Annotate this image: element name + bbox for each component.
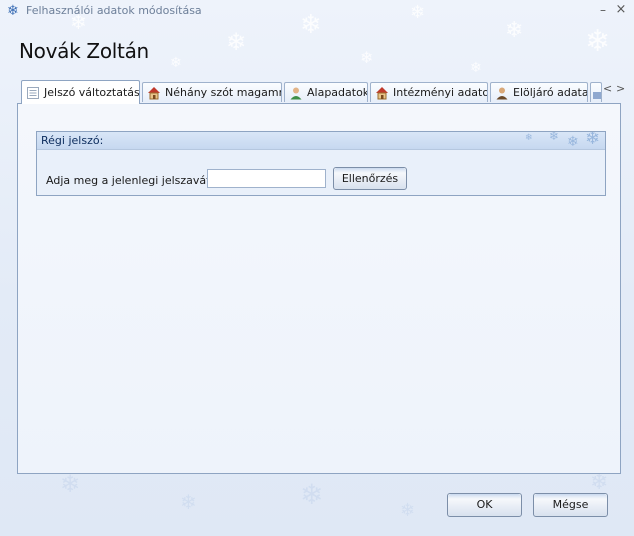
close-button[interactable]: × xyxy=(614,1,628,19)
tab-label: Alapadatok xyxy=(307,86,368,99)
person-icon xyxy=(495,86,509,100)
snowflake-decoration-icon: ❄ xyxy=(549,131,560,143)
tab-institution-data[interactable]: Intézményi adatok xyxy=(370,82,488,102)
button-label: Mégse xyxy=(552,498,589,511)
current-password-input[interactable] xyxy=(207,169,326,188)
ok-button[interactable]: OK xyxy=(447,493,522,517)
tab-partial[interactable] xyxy=(590,82,602,102)
tab-scroll-right-icon[interactable]: > xyxy=(616,82,625,95)
tab-password-change[interactable]: Jelszó változtatása xyxy=(21,80,140,104)
house-icon xyxy=(375,86,389,100)
cancel-button[interactable]: Mégse xyxy=(533,493,608,517)
tab-label: Jelszó változtatása xyxy=(44,86,140,99)
tab-content-panel: Régi jelszó: ❄ ❄ ❄ ❄ Adja meg a jelenleg… xyxy=(17,103,621,474)
check-password-button[interactable]: Ellenőrzés xyxy=(333,167,407,190)
window-title: Felhasználói adatok módosítása xyxy=(26,4,202,17)
tab-label: Néhány szót magamról xyxy=(165,86,282,99)
page-title: Novák Zoltán xyxy=(19,39,149,63)
tab-scroll-left-icon[interactable]: < xyxy=(603,82,612,95)
button-label: Ellenőrzés xyxy=(341,172,399,185)
tab-about-me[interactable]: Néhány szót magamról xyxy=(142,82,282,102)
house-icon xyxy=(147,86,161,100)
snowflake-decoration-icon: ❄ xyxy=(585,131,601,149)
group-header: Régi jelszó: ❄ ❄ ❄ ❄ xyxy=(37,132,605,150)
password-prompt-label: Adja meg a jelenlegi jelszavát: xyxy=(46,174,215,187)
group-title: Régi jelszó: xyxy=(41,134,104,147)
old-password-group: Régi jelszó: ❄ ❄ ❄ ❄ Adja meg a jelenleg… xyxy=(36,131,606,196)
user-icon xyxy=(289,86,303,100)
snowflake-decoration-icon: ❄ xyxy=(525,133,533,143)
button-label: OK xyxy=(476,498,493,511)
tab-strip: Jelszó változtatása Néhány szót magamról… xyxy=(21,80,629,104)
list-icon xyxy=(26,86,40,100)
snowflake-decoration-icon: ❄ xyxy=(567,134,579,150)
minimize-button[interactable]: – xyxy=(596,1,610,19)
title-bar: ❄ Felhasználói adatok módosítása – × xyxy=(0,0,634,22)
tab-superior-data[interactable]: Elöljáró adatai xyxy=(490,82,588,102)
tab-label: Intézményi adatok xyxy=(393,86,488,99)
partial-tab-icon xyxy=(591,86,601,100)
tab-label: Elöljáró adatai xyxy=(513,86,588,99)
tab-basic-data[interactable]: Alapadatok xyxy=(284,82,368,102)
snowflake-app-icon: ❄ xyxy=(7,3,19,19)
